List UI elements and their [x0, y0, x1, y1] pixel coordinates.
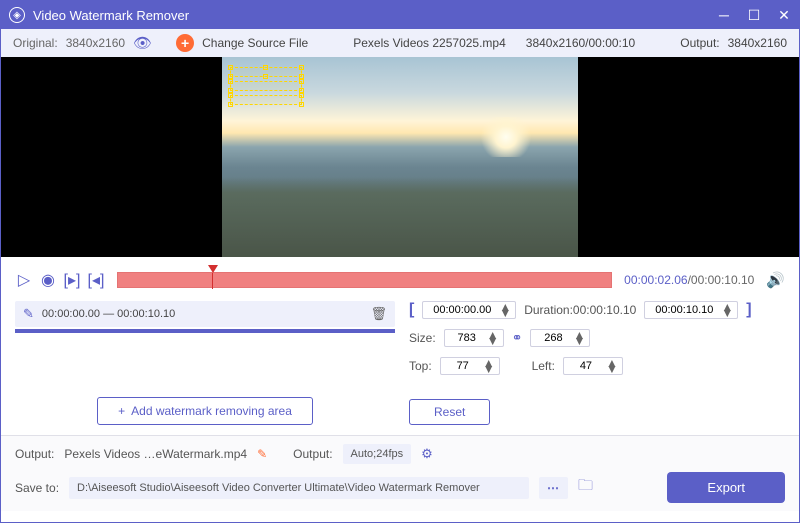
- size-label: Size:: [409, 331, 436, 345]
- play-button[interactable]: ▷: [15, 270, 33, 290]
- width-input[interactable]: ▲▼: [444, 329, 504, 347]
- output-resolution: 3840x2160: [728, 36, 787, 50]
- maximize-button[interactable]: ☐: [747, 8, 761, 22]
- segment-item[interactable]: ✎ 00:00:00.00 — 00:00:10.10 🗑: [15, 301, 395, 327]
- original-label: Original:: [13, 36, 58, 50]
- output-label: Output:: [680, 36, 719, 50]
- duration-label: Duration:00:00:10.10: [524, 303, 636, 317]
- app-title: Video Watermark Remover: [33, 8, 717, 23]
- current-time: 00:00:02.06: [624, 273, 687, 287]
- watermark-selection-2[interactable]: [230, 81, 302, 91]
- segments-panel: ✎ 00:00:00.00 — 00:00:10.10 🗑 + Add wate…: [15, 301, 395, 429]
- timeline-scrubber[interactable]: [117, 272, 612, 288]
- total-time: /00:00:10.10: [688, 273, 755, 287]
- volume-icon[interactable]: 🔊: [766, 271, 785, 289]
- bottom-bar: Output: Pexels Videos …eWatermark.mp4 ✎ …: [1, 435, 799, 511]
- settings-icon[interactable]: ⚙: [421, 446, 433, 462]
- playback-controls: ▷ ◉ [▸] [◂] 00:00:02.06/00:00:10.10 🔊: [1, 265, 799, 295]
- change-source-button[interactable]: Change Source File: [202, 36, 308, 50]
- link-dimensions-icon[interactable]: ⚭: [512, 330, 523, 346]
- source-filename: Pexels Videos 2257025.mp4: [353, 36, 506, 50]
- output-file-label: Output:: [15, 447, 54, 461]
- start-time-input[interactable]: ▲▼: [422, 301, 516, 319]
- edit-filename-icon[interactable]: ✎: [257, 447, 267, 461]
- segment-progress: [15, 329, 395, 333]
- output-filename: Pexels Videos …eWatermark.mp4: [64, 447, 247, 461]
- spinner-down[interactable]: ▼: [499, 310, 511, 316]
- time-display: 00:00:02.06/00:00:10.10: [624, 273, 754, 287]
- properties-panel: [ ▲▼ Duration:00:00:10.10 ▲▼ ] Size: ▲▼ …: [409, 301, 785, 429]
- delete-segment-icon[interactable]: 🗑: [370, 306, 387, 322]
- next-frame-button[interactable]: [◂]: [87, 270, 105, 290]
- segment-range: 00:00:00.00 — 00:00:10.10: [42, 308, 363, 320]
- add-source-icon[interactable]: +: [176, 34, 194, 52]
- top-label: Top:: [409, 359, 432, 373]
- set-end-button[interactable]: ]: [746, 301, 751, 319]
- preview-frame: [222, 57, 578, 257]
- source-info: 3840x2160/00:00:10: [526, 36, 635, 50]
- add-area-label: Add watermark removing area: [131, 404, 292, 418]
- set-start-button[interactable]: [: [409, 301, 414, 319]
- browse-button[interactable]: ⋯: [539, 477, 568, 499]
- left-input[interactable]: ▲▼: [563, 357, 623, 375]
- add-area-button[interactable]: + Add watermark removing area: [97, 397, 313, 425]
- stop-button[interactable]: ◉: [39, 270, 57, 290]
- output-format-label: Output:: [293, 447, 332, 461]
- watermark-selection-3[interactable]: [230, 95, 302, 105]
- open-folder-icon[interactable]: 🗀: [578, 475, 593, 500]
- save-path: D:\Aiseesoft Studio\Aiseesoft Video Conv…: [69, 477, 529, 499]
- original-resolution: 3840x2160: [66, 36, 125, 50]
- close-button[interactable]: ✕: [777, 8, 791, 22]
- playhead-icon[interactable]: [208, 265, 218, 273]
- wand-icon: ✎: [23, 306, 34, 322]
- left-label: Left:: [532, 359, 555, 373]
- plus-icon: +: [118, 404, 125, 418]
- end-time-input[interactable]: ▲▼: [644, 301, 738, 319]
- height-input[interactable]: ▲▼: [530, 329, 590, 347]
- app-logo-icon: ◈: [9, 7, 25, 23]
- output-format: Auto;24fps: [343, 444, 412, 464]
- preview-toggle-icon[interactable]: 👁: [133, 34, 152, 52]
- save-to-label: Save to:: [15, 481, 59, 495]
- top-input[interactable]: ▲▼: [440, 357, 500, 375]
- watermark-selection-1[interactable]: [230, 67, 302, 77]
- prev-frame-button[interactable]: [▸]: [63, 270, 81, 290]
- minimize-button[interactable]: ─: [717, 8, 731, 22]
- reset-button[interactable]: Reset: [409, 399, 490, 425]
- video-preview[interactable]: [1, 57, 799, 257]
- export-button[interactable]: Export: [667, 472, 785, 503]
- titlebar: ◈ Video Watermark Remover ─ ☐ ✕: [1, 1, 799, 29]
- toolbar: Original: 3840x2160 👁 + Change Source Fi…: [1, 29, 799, 57]
